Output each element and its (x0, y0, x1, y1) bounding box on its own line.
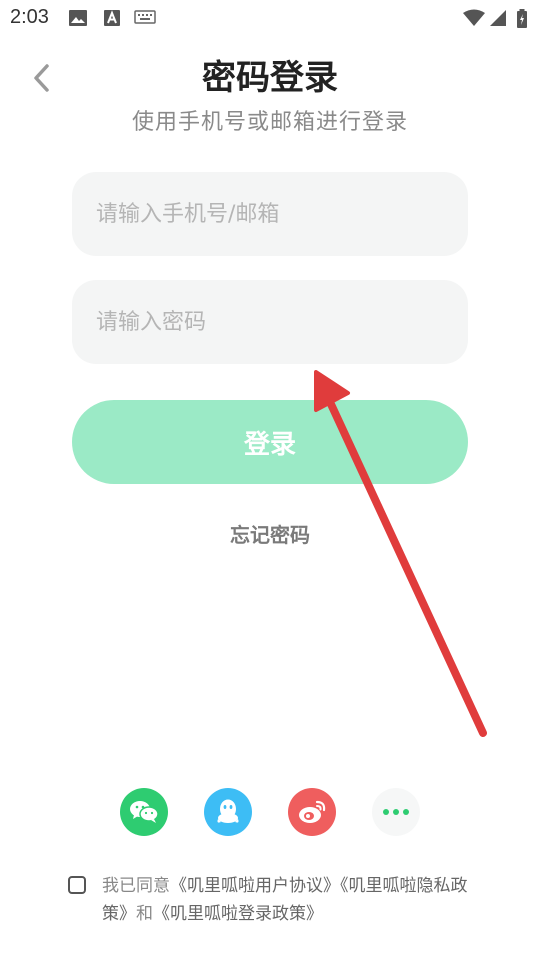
text-a-icon (104, 10, 120, 26)
password-input[interactable] (72, 280, 468, 364)
keyboard-icon (134, 10, 156, 24)
agreement-checkbox[interactable] (68, 876, 86, 894)
login-policy-link[interactable]: 《叽里呱啦登录政策》 (153, 904, 323, 924)
wifi-icon (463, 9, 485, 26)
page-subtitle: 使用手机号或邮箱进行登录 (131, 110, 408, 135)
user-agreement-link[interactable]: 《叽里呱啦用户协议》 (170, 876, 340, 896)
qq-icon (217, 799, 239, 823)
status-time: 2:03 (10, 6, 49, 28)
weibo-icon (299, 800, 326, 823)
image-icon (69, 10, 87, 26)
login-button[interactable]: 登录 (72, 400, 468, 484)
agreement-conjunction: 和 (136, 904, 153, 924)
agreement-prefix: 我已同意 (102, 876, 170, 896)
agreement-text: 我已同意《叽里呱啦用户协议》《叽里呱啦隐私政策》和《叽里呱啦登录政策》 (102, 872, 482, 928)
battery-charging-icon (517, 9, 527, 28)
more-dots-icon (383, 809, 409, 815)
account-input[interactable] (72, 172, 468, 256)
signal-icon (490, 10, 506, 26)
forgot-password-link[interactable]: 忘记密码 (0, 519, 540, 548)
qq-login-button[interactable] (204, 788, 252, 836)
wechat-login-button[interactable] (120, 788, 168, 836)
status-bar: 2:03 (0, 0, 540, 36)
page-title: 密码登录 (202, 58, 338, 98)
wechat-icon (130, 801, 159, 823)
more-login-options-button[interactable] (372, 788, 420, 836)
weibo-login-button[interactable] (288, 788, 336, 836)
